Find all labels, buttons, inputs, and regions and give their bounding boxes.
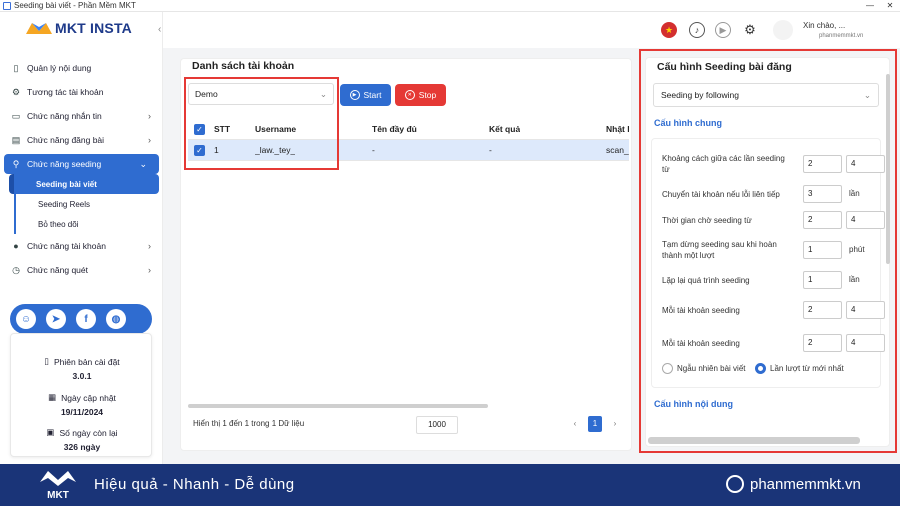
chevron-down-icon: ⌄ [139, 158, 147, 169]
globe-icon [726, 475, 744, 493]
chevron-right-icon: › [148, 265, 151, 275]
cell-result: - [489, 145, 492, 155]
highlight-box-accounts [184, 77, 339, 170]
interaction-icon: ⚙ [11, 86, 21, 97]
days-value: 326 ngày [63, 442, 101, 452]
sidebar-item-scan[interactable]: ◷ Chức năng quét › [0, 258, 162, 282]
bell-icon[interactable]: ♪ [689, 22, 705, 38]
days-icon: ▣ [46, 427, 55, 437]
mkt-banner-logo: MKT [38, 468, 78, 502]
page-button[interactable]: 1 [588, 416, 602, 432]
support-icon[interactable]: ☺ [16, 309, 36, 329]
collapse-sidebar-icon[interactable]: ‹ [158, 24, 161, 35]
sidebar-item-content[interactable]: ▯ Quản lý nội dung [0, 56, 162, 80]
sidebar-item-messaging[interactable]: ▭ Chức năng nhắn tin › [0, 104, 162, 128]
scan-icon: ◷ [12, 264, 20, 275]
sidebar-subitem-seeding-post[interactable]: Seeding bài viết [9, 174, 159, 194]
close-button[interactable]: ✕ [880, 0, 900, 12]
app-icon [3, 1, 11, 10]
mkt-logo-icon [25, 19, 53, 37]
stop-icon: ✕ [404, 90, 415, 100]
sidebar-subitem-seeding-reels[interactable]: Seeding Reels [14, 194, 162, 214]
sidebar-item-posting[interactable]: ▤ Chức năng đăng bài › [0, 128, 162, 152]
sidebar-item-label: Chức năng đăng bài [27, 135, 105, 145]
telegram-icon[interactable]: ➤ [46, 309, 66, 329]
promo-banner: MKT Hiệu quả - Nhanh - Dễ dùng phanmemmk… [0, 464, 900, 506]
sidebar-item-label: Chức năng seeding [27, 159, 102, 169]
sidebar-item-account[interactable]: ● Chức năng tài khoản › [0, 234, 162, 258]
message-icon: ▭ [11, 110, 21, 121]
sidebar-item-interaction[interactable]: ⚙ Tương tác tài khoản [0, 80, 162, 104]
days-label: Số ngày còn lại [59, 427, 118, 438]
seeding-icon: ⚲ [12, 158, 20, 169]
post-icon: ▤ [11, 134, 21, 145]
banner-slogan: Hiệu quả - Nhanh - Dễ dùng [94, 476, 295, 493]
table-horizontal-scrollbar[interactable] [188, 404, 488, 408]
sidebar-item-label: Tương tác tài khoản [27, 87, 104, 97]
sidebar-subitem-unfollow[interactable]: Bỏ theo dõi [14, 214, 162, 234]
version-label: Phiên bản cài đặt [53, 356, 120, 367]
facebook-icon[interactable]: f [76, 309, 96, 329]
banner-website[interactable]: phanmemmkt.vn [750, 476, 861, 493]
update-value: 19/11/2024 [60, 407, 104, 417]
sidebar-item-label: Quản lý nội dung [27, 63, 92, 73]
vietnam-flag-icon[interactable]: ★ [661, 22, 677, 38]
account-icon: ● [13, 241, 19, 251]
avatar[interactable] [773, 20, 793, 40]
social-links: ☺ ➤ f ◍ [10, 304, 152, 334]
accounts-title: Danh sách tài khoản [192, 60, 295, 72]
sidebar-nav: ▯ Quản lý nội dung ⚙ Tương tác tài khoản… [0, 56, 162, 282]
cell-fullname: - [372, 145, 375, 155]
stop-button[interactable]: ✕ Stop [395, 84, 446, 106]
app-info-panel: ▯ Phiên bản cài đặt 3.0.1 ▦ Ngày cập nhật … [10, 333, 152, 457]
brand-name: MKT INSTA [55, 20, 132, 36]
stop-label: Stop [418, 90, 437, 100]
sidebar-item-label: Chức năng quét [27, 265, 88, 275]
topbar: ★ ♪ ▶ ⚙ Xin chào, ... phanmemmkt.vn [163, 12, 900, 48]
col-fullname: Tên đầy đủ [372, 124, 417, 134]
table-footer-text: Hiển thị 1 đến 1 trong 1 Dữ liệu [193, 419, 305, 428]
user-name: Xin chào, ... [803, 21, 846, 30]
minimize-button[interactable]: — [860, 0, 880, 12]
prev-page-button[interactable]: ‹ [568, 416, 582, 432]
banner-logo-text: MKT [47, 490, 69, 501]
version-icon: ▯ [44, 356, 49, 366]
update-label: Ngày cập nhật [61, 392, 116, 403]
sidebar-item-seeding[interactable]: ⚲ Chức năng seeding ⌄ [4, 154, 159, 174]
chevron-right-icon: › [148, 111, 151, 121]
web-icon[interactable]: ◍ [106, 309, 126, 329]
highlight-box-config [639, 49, 897, 453]
brand-logo: MKT INSTA [25, 19, 132, 37]
play-icon[interactable]: ▶ [715, 22, 731, 38]
start-label: Start [363, 90, 382, 100]
col-result: Kết quả [489, 124, 521, 134]
page-size-input[interactable]: 1000 [416, 416, 458, 434]
calendar-icon: ▦ [48, 392, 57, 402]
seeding-submenu: Seeding bài viết Seeding Reels Bỏ theo d… [0, 174, 162, 234]
cell-log: scan_ [606, 145, 629, 155]
start-button[interactable]: ▶ Start [340, 84, 391, 106]
next-page-button[interactable]: › [608, 416, 622, 432]
book-icon: ▯ [13, 62, 19, 73]
sidebar-item-label: Chức năng tài khoản [27, 241, 106, 251]
col-log: Nhật k [606, 124, 629, 134]
chevron-right-icon: › [148, 135, 151, 145]
user-sub: phanmemmkt.vn [819, 33, 864, 39]
chevron-right-icon: › [148, 241, 151, 251]
window-titlebar: Seeding bài viết - Phần Mềm MKT — ✕ [0, 0, 900, 12]
gear-icon[interactable]: ⚙ [742, 22, 758, 38]
window-title: Seeding bài viết - Phần Mềm MKT [14, 1, 136, 10]
version-value: 3.0.1 [72, 371, 92, 381]
play-icon: ▶ [349, 90, 360, 100]
sidebar-item-label: Chức năng nhắn tin [27, 111, 102, 121]
